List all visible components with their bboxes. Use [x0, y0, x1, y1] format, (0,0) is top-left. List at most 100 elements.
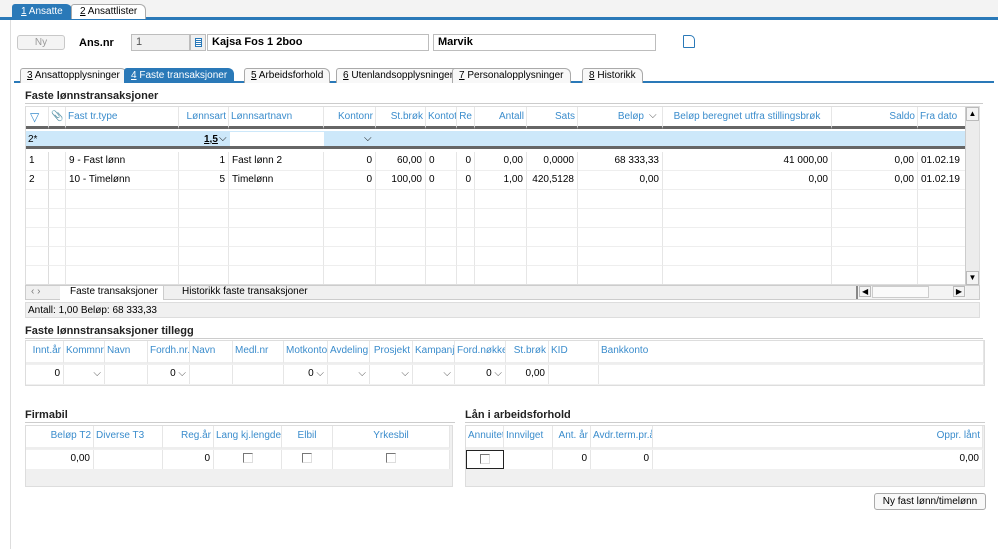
dropdown-chevron-icon[interactable]: ⌵: [443, 368, 451, 379]
table-cell[interactable]: [214, 450, 282, 469]
table-cell[interactable]: [105, 365, 148, 384]
table-cell[interactable]: [94, 450, 163, 469]
tab-scroll-arrows[interactable]: ‹ ›: [31, 286, 40, 297]
table-cell[interactable]: [504, 450, 553, 469]
first-name-field[interactable]: Kajsa Fos 1 2boo: [207, 34, 429, 51]
table-cell[interactable]: 420,5128: [527, 171, 578, 190]
column-header[interactable]: Fast tr.type: [66, 107, 179, 129]
sort-chevron-icon[interactable]: ⌵: [649, 110, 657, 121]
sub-tab-2[interactable]: 5 Arbeidsforhold: [244, 68, 331, 83]
table-cell[interactable]: 0,00: [475, 152, 527, 171]
table-cell[interactable]: 5: [179, 171, 229, 190]
table-cell[interactable]: [49, 171, 66, 190]
checkbox[interactable]: [302, 453, 312, 464]
table-cell[interactable]: 10 - Timelønn: [66, 171, 179, 190]
column-header[interactable]: Beløp beregnet utfra stillingsbrøk: [663, 107, 832, 129]
table-cell[interactable]: Timelønn: [229, 171, 324, 190]
horizontal-scrollbar[interactable]: ◀ ▶: [856, 286, 966, 299]
checkbox[interactable]: [386, 453, 396, 464]
sub-tab-1[interactable]: 4 Faste transaksjoner: [124, 68, 235, 83]
table-cell[interactable]: 01.02.19: [918, 171, 966, 190]
tab-ansatte[interactable]: 1 Ansatte: [12, 4, 72, 19]
table-cell[interactable]: 0: [457, 171, 475, 190]
dropdown-chevron-icon[interactable]: ⌵: [93, 368, 101, 379]
column-header[interactable]: Saldo: [832, 107, 918, 129]
dropdown-chevron-icon[interactable]: ⌵: [314, 368, 324, 379]
table-cell[interactable]: ⌵: [370, 365, 413, 384]
table-cell[interactable]: 0: [324, 152, 376, 171]
table-cell[interactable]: 0: [457, 152, 475, 171]
new-fixed-salary-button[interactable]: Ny fast lønn/timelønn: [874, 493, 986, 510]
annuitet-checkbox[interactable]: [480, 454, 490, 465]
table-cell[interactable]: ⌵: [328, 365, 370, 384]
table-cell[interactable]: 0 ⌵: [148, 365, 190, 384]
lonnsart-input[interactable]: 1,5: [204, 134, 218, 145]
table-cell[interactable]: 0: [324, 171, 376, 190]
table-cell[interactable]: 0,00: [653, 450, 983, 469]
column-header[interactable]: Sats: [527, 107, 578, 129]
new-row[interactable]: 2* 1,5 ⌵ ⌵: [26, 131, 966, 149]
table-cell[interactable]: 1: [179, 152, 229, 171]
table-cell[interactable]: [466, 450, 504, 469]
dropdown-chevron-icon[interactable]: ⌵: [492, 368, 502, 379]
lonnsartnavn-input[interactable]: [230, 132, 324, 146]
column-header[interactable]: Fra dato: [918, 107, 966, 129]
table-cell[interactable]: [190, 365, 233, 384]
tab-ansattlister[interactable]: 2 Ansattlister: [71, 4, 147, 19]
table-cell[interactable]: 0,00: [832, 152, 918, 171]
sub-tab-4[interactable]: 7 Personalopplysninger: [452, 68, 571, 83]
sub-tab-0[interactable]: 3 Ansattopplysninger: [20, 68, 127, 83]
table-cell[interactable]: 2: [26, 171, 49, 190]
sub-tab-3[interactable]: 6 Utenlandsopplysninger: [336, 68, 461, 83]
dropdown-chevron-icon[interactable]: ⌵: [401, 368, 409, 379]
last-name-field[interactable]: Marvik: [433, 34, 656, 51]
table-cell[interactable]: 1: [26, 152, 49, 171]
table-cell[interactable]: 68 333,33: [578, 152, 663, 171]
dropdown-chevron-icon[interactable]: ⌵: [358, 368, 366, 379]
column-header[interactable]: St.brøk: [376, 107, 426, 129]
sub-tab-5[interactable]: 8 Historikk: [582, 68, 643, 83]
vertical-scrollbar[interactable]: ▲ ▼: [965, 107, 979, 285]
column-header[interactable]: Kontonr: [324, 107, 376, 129]
table-cell[interactable]: [333, 450, 450, 469]
note-icon[interactable]: [683, 35, 695, 48]
table-cell[interactable]: 0: [163, 450, 214, 469]
table-cell[interactable]: 0,00: [832, 171, 918, 190]
table-cell[interactable]: 0: [426, 171, 457, 190]
table-cell[interactable]: ⌵: [413, 365, 455, 384]
table-cell[interactable]: 9 - Fast lønn: [66, 152, 179, 171]
column-header[interactable]: ▽: [26, 107, 49, 129]
table-cell[interactable]: 41 000,00: [663, 152, 832, 171]
table-cell[interactable]: 1,00: [475, 171, 527, 190]
ansnr-field[interactable]: 1: [131, 34, 190, 51]
dropdown-chevron-icon[interactable]: ⌵: [364, 133, 372, 144]
column-header[interactable]: Lønnsart: [179, 107, 229, 129]
column-header[interactable]: Lønnsartnavn: [229, 107, 324, 129]
table-cell[interactable]: 0: [591, 450, 653, 469]
column-header[interactable]: Antall: [475, 107, 527, 129]
table-cell[interactable]: 0: [553, 450, 591, 469]
table-cell[interactable]: 0: [426, 152, 457, 171]
column-header[interactable]: Re: [457, 107, 475, 129]
dropdown-chevron-icon[interactable]: ⌵: [219, 133, 227, 144]
table-cell[interactable]: [549, 365, 599, 384]
table-cell[interactable]: [282, 450, 333, 469]
tab-historikk-faste-transaksjoner[interactable]: Historikk faste transaksjoner: [182, 286, 308, 297]
table-cell[interactable]: [599, 365, 984, 384]
table-cell[interactable]: 0,00: [506, 365, 549, 384]
dropdown-chevron-icon[interactable]: ⌵: [176, 368, 186, 379]
table-cell[interactable]: 100,00: [376, 171, 426, 190]
table-cell[interactable]: 0,00: [26, 450, 94, 469]
table-cell[interactable]: [233, 365, 284, 384]
table-cell[interactable]: 0,0000: [527, 152, 578, 171]
filter-icon[interactable]: ▽: [28, 110, 39, 124]
table-cell[interactable]: Fast lønn 2: [229, 152, 324, 171]
column-header[interactable]: Kontot: [426, 107, 457, 129]
checkbox[interactable]: [242, 453, 253, 464]
table-cell[interactable]: [49, 152, 66, 171]
table-cell[interactable]: 0,00: [578, 171, 663, 190]
column-header[interactable]: 📎: [49, 107, 66, 129]
table-cell[interactable]: 01.02.19: [918, 152, 966, 171]
table-cell[interactable]: 0 ⌵: [455, 365, 506, 384]
attachment-icon[interactable]: 📎: [51, 111, 63, 122]
